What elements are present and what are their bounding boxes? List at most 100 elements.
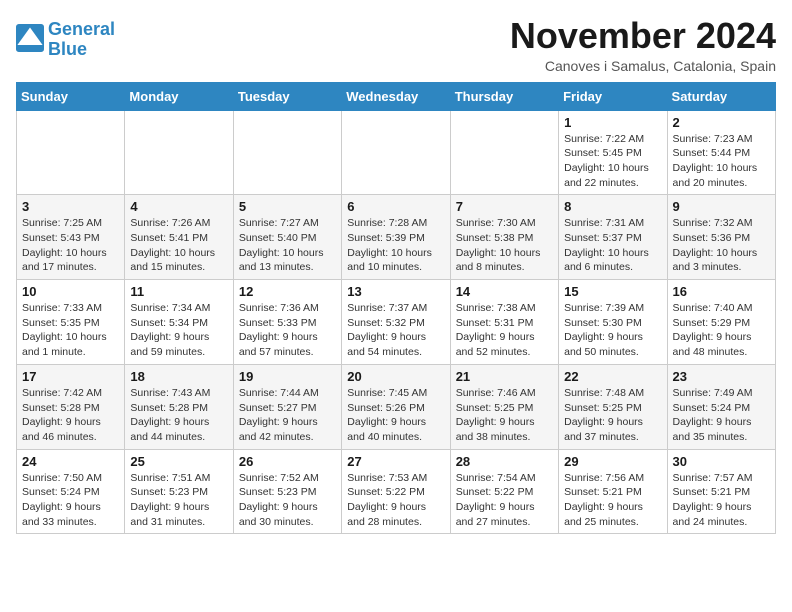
day-info: Sunrise: 7:46 AM Sunset: 5:25 PM Dayligh… xyxy=(456,386,553,445)
day-number: 11 xyxy=(130,284,227,299)
day-number: 13 xyxy=(347,284,444,299)
calendar-cell: 6 Sunrise: 7:28 AM Sunset: 5:39 PM Daylig… xyxy=(342,195,450,280)
calendar-cell: 26 Sunrise: 7:52 AM Sunset: 5:23 PM Dayli… xyxy=(233,449,341,534)
day-info: Sunrise: 7:56 AM Sunset: 5:21 PM Dayligh… xyxy=(564,471,661,530)
day-info: Sunrise: 7:38 AM Sunset: 5:31 PM Dayligh… xyxy=(456,301,553,360)
calendar-cell: 16 Sunrise: 7:40 AM Sunset: 5:29 PM Dayli… xyxy=(667,280,775,365)
day-number: 10 xyxy=(22,284,119,299)
day-info: Sunrise: 7:23 AM Sunset: 5:44 PM Dayligh… xyxy=(673,132,770,191)
day-number: 22 xyxy=(564,369,661,384)
day-info: Sunrise: 7:54 AM Sunset: 5:22 PM Dayligh… xyxy=(456,471,553,530)
day-info: Sunrise: 7:37 AM Sunset: 5:32 PM Dayligh… xyxy=(347,301,444,360)
calendar-cell: 23 Sunrise: 7:49 AM Sunset: 5:24 PM Dayli… xyxy=(667,364,775,449)
day-info: Sunrise: 7:50 AM Sunset: 5:24 PM Dayligh… xyxy=(22,471,119,530)
calendar-cell: 18 Sunrise: 7:43 AM Sunset: 5:28 PM Dayli… xyxy=(125,364,233,449)
calendar-cell: 11 Sunrise: 7:34 AM Sunset: 5:34 PM Dayli… xyxy=(125,280,233,365)
calendar-cell: 25 Sunrise: 7:51 AM Sunset: 5:23 PM Dayli… xyxy=(125,449,233,534)
calendar-cell xyxy=(125,110,233,195)
day-number: 4 xyxy=(130,199,227,214)
day-info: Sunrise: 7:43 AM Sunset: 5:28 PM Dayligh… xyxy=(130,386,227,445)
day-info: Sunrise: 7:49 AM Sunset: 5:24 PM Dayligh… xyxy=(673,386,770,445)
day-number: 20 xyxy=(347,369,444,384)
logo-line2: Blue xyxy=(48,39,87,59)
weekday-header-friday: Friday xyxy=(559,82,667,110)
day-number: 8 xyxy=(564,199,661,214)
calendar-cell: 30 Sunrise: 7:57 AM Sunset: 5:21 PM Dayli… xyxy=(667,449,775,534)
day-number: 23 xyxy=(673,369,770,384)
day-info: Sunrise: 7:39 AM Sunset: 5:30 PM Dayligh… xyxy=(564,301,661,360)
day-info: Sunrise: 7:52 AM Sunset: 5:23 PM Dayligh… xyxy=(239,471,336,530)
day-info: Sunrise: 7:42 AM Sunset: 5:28 PM Dayligh… xyxy=(22,386,119,445)
day-number: 1 xyxy=(564,115,661,130)
calendar-cell: 14 Sunrise: 7:38 AM Sunset: 5:31 PM Dayli… xyxy=(450,280,558,365)
calendar-cell: 3Sunrise: 7:25 AM Sunset: 5:43 PM Daylig… xyxy=(17,195,125,280)
day-info: Sunrise: 7:51 AM Sunset: 5:23 PM Dayligh… xyxy=(130,471,227,530)
weekday-header-wednesday: Wednesday xyxy=(342,82,450,110)
day-info: Sunrise: 7:28 AM Sunset: 5:39 PM Dayligh… xyxy=(347,216,444,275)
weekday-header-saturday: Saturday xyxy=(667,82,775,110)
day-info: Sunrise: 7:48 AM Sunset: 5:25 PM Dayligh… xyxy=(564,386,661,445)
day-number: 6 xyxy=(347,199,444,214)
calendar-week-row: 10 Sunrise: 7:33 AM Sunset: 5:35 PM Dayli… xyxy=(17,280,776,365)
day-number: 19 xyxy=(239,369,336,384)
header: General Blue November 2024 Canoves i Sam… xyxy=(16,16,776,74)
day-info: Sunrise: 7:34 AM Sunset: 5:34 PM Dayligh… xyxy=(130,301,227,360)
weekday-header-sunday: Sunday xyxy=(17,82,125,110)
day-info: Sunrise: 7:57 AM Sunset: 5:21 PM Dayligh… xyxy=(673,471,770,530)
calendar-cell: 22 Sunrise: 7:48 AM Sunset: 5:25 PM Dayli… xyxy=(559,364,667,449)
day-info: Sunrise: 7:26 AM Sunset: 5:41 PM Dayligh… xyxy=(130,216,227,275)
weekday-header-row: SundayMondayTuesdayWednesdayThursdayFrid… xyxy=(17,82,776,110)
day-number: 2 xyxy=(673,115,770,130)
calendar-cell: 29Sunrise: 7:56 AM Sunset: 5:21 PM Dayli… xyxy=(559,449,667,534)
calendar-cell: 21Sunrise: 7:46 AM Sunset: 5:25 PM Dayli… xyxy=(450,364,558,449)
calendar-cell: 20 Sunrise: 7:45 AM Sunset: 5:26 PM Dayli… xyxy=(342,364,450,449)
day-info: Sunrise: 7:31 AM Sunset: 5:37 PM Dayligh… xyxy=(564,216,661,275)
day-number: 25 xyxy=(130,454,227,469)
calendar-cell: 10 Sunrise: 7:33 AM Sunset: 5:35 PM Dayli… xyxy=(17,280,125,365)
calendar-cell: 15Sunrise: 7:39 AM Sunset: 5:30 PM Dayli… xyxy=(559,280,667,365)
calendar-cell: 13 Sunrise: 7:37 AM Sunset: 5:32 PM Dayli… xyxy=(342,280,450,365)
calendar-cell: 24 Sunrise: 7:50 AM Sunset: 5:24 PM Dayli… xyxy=(17,449,125,534)
calendar-cell xyxy=(17,110,125,195)
day-number: 3 xyxy=(22,199,119,214)
day-info: Sunrise: 7:44 AM Sunset: 5:27 PM Dayligh… xyxy=(239,386,336,445)
calendar-cell: 9Sunrise: 7:32 AM Sunset: 5:36 PM Daylig… xyxy=(667,195,775,280)
day-number: 12 xyxy=(239,284,336,299)
day-number: 24 xyxy=(22,454,119,469)
calendar-cell xyxy=(450,110,558,195)
logo-line1: General xyxy=(48,19,115,39)
day-number: 30 xyxy=(673,454,770,469)
calendar-cell: 8 Sunrise: 7:31 AM Sunset: 5:37 PM Daylig… xyxy=(559,195,667,280)
calendar-cell: 27 Sunrise: 7:53 AM Sunset: 5:22 PM Dayli… xyxy=(342,449,450,534)
day-info: Sunrise: 7:33 AM Sunset: 5:35 PM Dayligh… xyxy=(22,301,119,360)
day-number: 17 xyxy=(22,369,119,384)
day-number: 27 xyxy=(347,454,444,469)
calendar-cell: 2 Sunrise: 7:23 AM Sunset: 5:44 PM Daylig… xyxy=(667,110,775,195)
day-number: 7 xyxy=(456,199,553,214)
day-number: 14 xyxy=(456,284,553,299)
calendar-cell xyxy=(233,110,341,195)
weekday-header-tuesday: Tuesday xyxy=(233,82,341,110)
day-info: Sunrise: 7:53 AM Sunset: 5:22 PM Dayligh… xyxy=(347,471,444,530)
logo: General Blue xyxy=(16,20,115,60)
calendar-table: SundayMondayTuesdayWednesdayThursdayFrid… xyxy=(16,82,776,535)
day-number: 9 xyxy=(673,199,770,214)
day-info: Sunrise: 7:40 AM Sunset: 5:29 PM Dayligh… xyxy=(673,301,770,360)
day-info: Sunrise: 7:45 AM Sunset: 5:26 PM Dayligh… xyxy=(347,386,444,445)
weekday-header-monday: Monday xyxy=(125,82,233,110)
calendar-week-row: 3Sunrise: 7:25 AM Sunset: 5:43 PM Daylig… xyxy=(17,195,776,280)
logo-icon xyxy=(16,24,44,52)
month-title: November 2024 xyxy=(510,16,776,56)
day-info: Sunrise: 7:36 AM Sunset: 5:33 PM Dayligh… xyxy=(239,301,336,360)
calendar-week-row: 17 Sunrise: 7:42 AM Sunset: 5:28 PM Dayli… xyxy=(17,364,776,449)
day-number: 18 xyxy=(130,369,227,384)
day-info: Sunrise: 7:22 AM Sunset: 5:45 PM Dayligh… xyxy=(564,132,661,191)
subtitle: Canoves i Samalus, Catalonia, Spain xyxy=(510,58,776,74)
calendar-cell: 1 Sunrise: 7:22 AM Sunset: 5:45 PM Daylig… xyxy=(559,110,667,195)
calendar-cell: 5Sunrise: 7:27 AM Sunset: 5:40 PM Daylig… xyxy=(233,195,341,280)
calendar-week-row: 1 Sunrise: 7:22 AM Sunset: 5:45 PM Daylig… xyxy=(17,110,776,195)
weekday-header-thursday: Thursday xyxy=(450,82,558,110)
day-number: 16 xyxy=(673,284,770,299)
calendar-cell: 28Sunrise: 7:54 AM Sunset: 5:22 PM Dayli… xyxy=(450,449,558,534)
day-number: 26 xyxy=(239,454,336,469)
